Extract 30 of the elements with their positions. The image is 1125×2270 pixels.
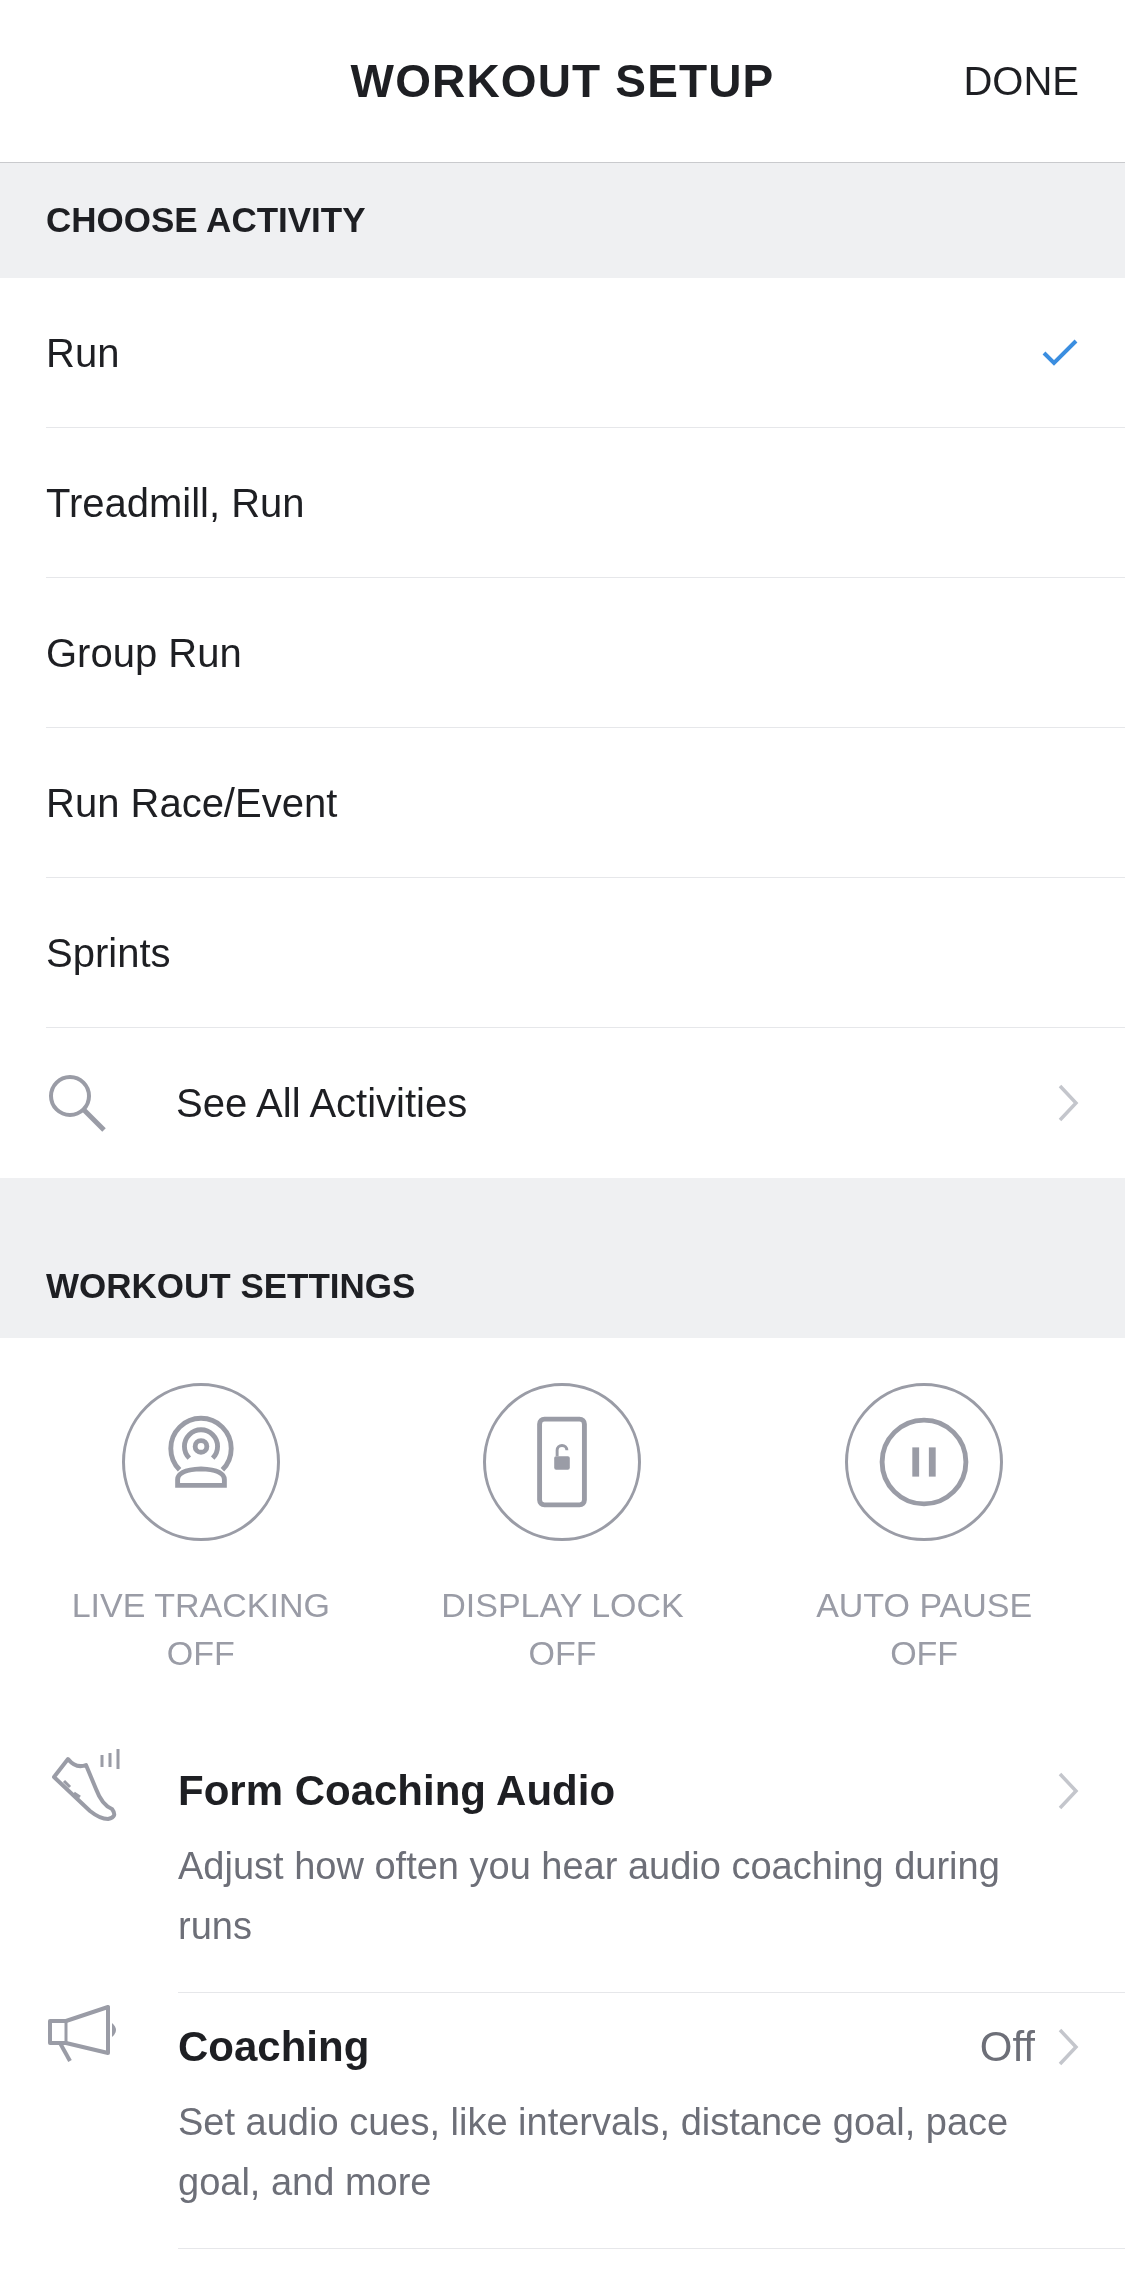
activity-item[interactable]: Sprints: [46, 878, 1125, 1028]
row-title: Coaching: [178, 2022, 371, 2072]
activity-item[interactable]: Run Race/Event: [46, 728, 1125, 878]
toggle-label: AUTO PAUSE OFF: [815, 1585, 1034, 1674]
screen-title: WORKOUT SETUP: [350, 53, 775, 109]
section-title: WORKOUT SETTINGS: [46, 1264, 416, 1307]
search-icon: [46, 1072, 108, 1134]
row-description: Set audio cues, like intervals, distance goal, pace goal, and more: [178, 2100, 1010, 2205]
pause-icon: [879, 1417, 969, 1507]
toggle-label: LIVE TRACKING OFF: [70, 1585, 331, 1674]
row-title: Form Coaching Audio: [178, 1766, 617, 1816]
settings-row[interactable]: Form Coaching Audio Adjust how often you hear audio coaching during runs: [0, 1737, 1125, 1993]
settings-row[interactable]: Coaching Off Set audio cues, like intervals, distance goal, pace goal, and more: [0, 1993, 1125, 2249]
toggle-label: DISPLAY LOCK OFF: [440, 1585, 685, 1674]
chevron-icon: [1057, 2026, 1079, 2067]
see-all-activities-item[interactable]: See All Activities: [0, 1028, 1125, 1178]
row-value: Off: [979, 2022, 1035, 2072]
activity-item[interactable]: Treadmill, Run: [46, 428, 1125, 578]
phone-lock-icon: [537, 1416, 588, 1508]
broadcast-person-icon: [168, 1415, 234, 1488]
activity-item[interactable]: Run: [46, 278, 1125, 428]
chevron-icon: [1057, 1083, 1079, 1123]
chevron-icon: [1057, 1770, 1079, 1811]
toggle-button[interactable]: [121, 1383, 280, 1541]
toggle-button[interactable]: [845, 1383, 1004, 1541]
toggle-button[interactable]: [483, 1383, 642, 1541]
section-title: CHOOSE ACTIVITY: [46, 199, 366, 242]
activity-item[interactable]: Group Run: [46, 578, 1125, 728]
row-description: Adjust how often you hear audio coaching during runs: [178, 1844, 1001, 1949]
done-button[interactable]: DONE: [959, 51, 1079, 111]
